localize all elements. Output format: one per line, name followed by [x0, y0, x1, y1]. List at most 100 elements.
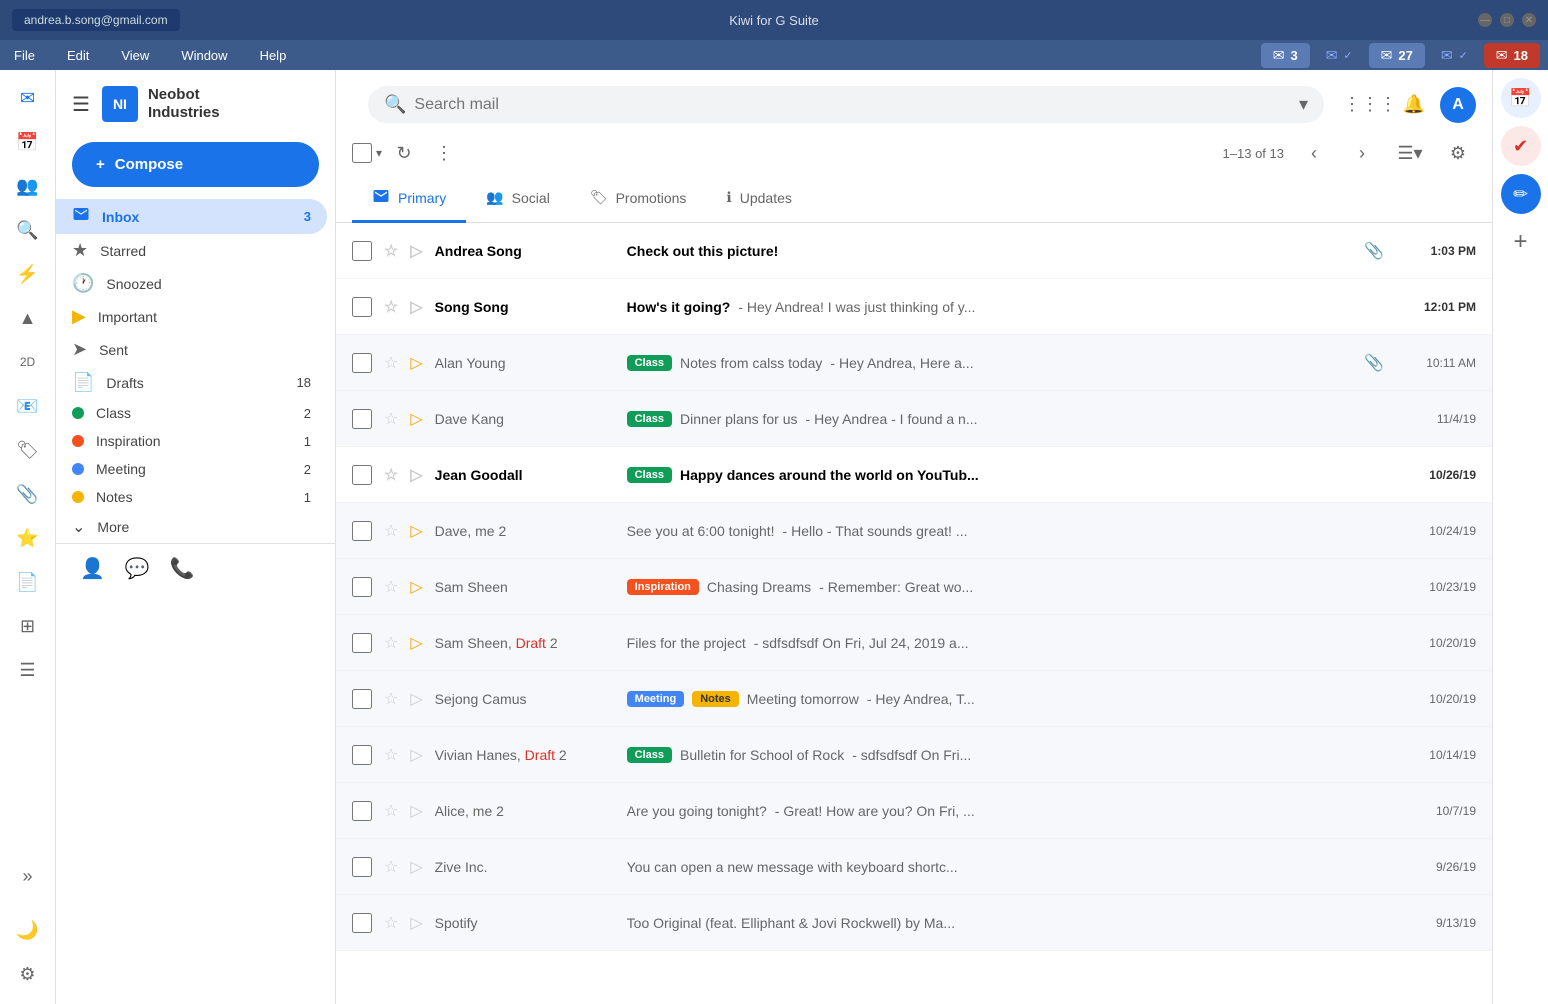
- star-icon[interactable]: ☆: [384, 409, 398, 429]
- email-row[interactable]: ☆ ▷ Sam Sheen, Draft 2 Files for the pro…: [336, 615, 1492, 671]
- email-row[interactable]: ☆ ▷ Zive Inc. You can open a new message…: [336, 839, 1492, 895]
- star-icon[interactable]: ☆: [384, 633, 398, 653]
- forward-icon[interactable]: ▷: [410, 577, 422, 597]
- forward-icon[interactable]: ▷: [410, 801, 422, 821]
- forward-icon[interactable]: ▷: [410, 913, 422, 933]
- rail-list-icon[interactable]: ☰: [8, 650, 48, 690]
- minimize-button[interactable]: —: [1478, 13, 1492, 27]
- sidebar-item-important[interactable]: ▶ Important: [56, 300, 327, 333]
- rail-arrow-icon[interactable]: ▲: [8, 298, 48, 338]
- forward-icon[interactable]: ▷: [410, 409, 422, 429]
- rail-settings-icon[interactable]: ⚙: [8, 954, 48, 994]
- email-checkbox[interactable]: [352, 521, 372, 541]
- compose-button[interactable]: + Compose: [72, 142, 319, 187]
- rail-moon-icon[interactable]: 🌙: [8, 910, 48, 950]
- view-options-button[interactable]: ☰▾: [1392, 135, 1428, 171]
- star-icon[interactable]: ☆: [384, 577, 398, 597]
- email-checkbox[interactable]: [352, 913, 372, 933]
- rail-filter-icon[interactable]: ⚡: [8, 254, 48, 294]
- forward-icon[interactable]: ▷: [410, 465, 422, 485]
- tab-promotions[interactable]: 🏷 Promotions: [570, 175, 707, 223]
- right-calendar-icon[interactable]: 📅: [1501, 78, 1541, 118]
- forward-icon[interactable]: ▷: [410, 689, 422, 709]
- forward-icon[interactable]: ▷: [410, 857, 422, 877]
- sidebar-item-drafts[interactable]: 📄 Drafts 18: [56, 366, 327, 399]
- phone-icon[interactable]: 📞: [170, 556, 195, 581]
- email-row[interactable]: ☆ ▷ Vivian Hanes, Draft 2 Class Bulletin…: [336, 727, 1492, 783]
- sidebar-item-meeting[interactable]: Meeting 2: [56, 455, 327, 483]
- sidebar-item-starred[interactable]: ★ Starred: [56, 234, 327, 267]
- rail-expand-icon[interactable]: »: [8, 856, 48, 896]
- maximize-button[interactable]: □: [1500, 13, 1514, 27]
- star-icon[interactable]: ☆: [384, 465, 398, 485]
- menu-help[interactable]: Help: [254, 46, 293, 65]
- user-avatar[interactable]: A: [1440, 87, 1476, 123]
- sidebar-item-sent[interactable]: ➤ Sent: [56, 333, 327, 366]
- add-contact-icon[interactable]: 👤: [80, 556, 105, 581]
- rail-table-icon[interactable]: ⊞: [8, 606, 48, 646]
- email-row[interactable]: ☆ ▷ Jean Goodall Class Happy dances arou…: [336, 447, 1492, 503]
- email-checkbox[interactable]: [352, 801, 372, 821]
- forward-icon[interactable]: ▷: [410, 241, 422, 261]
- badge-button-1[interactable]: ✉ 3: [1261, 43, 1310, 68]
- menu-window[interactable]: Window: [175, 46, 233, 65]
- star-icon[interactable]: ☆: [384, 745, 398, 765]
- star-icon[interactable]: ☆: [384, 689, 398, 709]
- rail-2d-icon[interactable]: 2D: [8, 342, 48, 382]
- right-add-icon[interactable]: +: [1501, 222, 1541, 262]
- email-checkbox[interactable]: [352, 857, 372, 877]
- star-icon[interactable]: ☆: [384, 857, 398, 877]
- email-row[interactable]: ☆ ▷ Song Song How's it going? - Hey Andr…: [336, 279, 1492, 335]
- right-tasks-icon[interactable]: ✔: [1501, 126, 1541, 166]
- email-row[interactable]: ☆ ▷ Alan Young Class Notes from calss to…: [336, 335, 1492, 391]
- email-checkbox[interactable]: [352, 745, 372, 765]
- email-row[interactable]: ☆ ▷ Sam Sheen Inspiration Chasing Dreams…: [336, 559, 1492, 615]
- refresh-button[interactable]: ↻: [386, 135, 422, 171]
- rail-mail-icon[interactable]: ✉: [8, 78, 48, 118]
- email-checkbox[interactable]: [352, 409, 372, 429]
- rail-tag-icon[interactable]: 🏷: [8, 430, 48, 470]
- sidebar-item-class[interactable]: Class 2: [56, 399, 327, 427]
- email-row[interactable]: ☆ ▷ Spotify Too Original (feat. Elliphan…: [336, 895, 1492, 951]
- search-dropdown-icon[interactable]: ▾: [1299, 94, 1308, 115]
- close-button[interactable]: ✕: [1522, 13, 1536, 27]
- rail-clip-icon[interactable]: 📎: [8, 474, 48, 514]
- badge-button-3[interactable]: ✉ 27: [1369, 43, 1425, 68]
- next-page-button[interactable]: ›: [1344, 135, 1380, 171]
- email-checkbox[interactable]: [352, 577, 372, 597]
- tab-primary[interactable]: Primary: [352, 175, 466, 223]
- forward-icon[interactable]: ▷: [410, 745, 422, 765]
- forward-icon[interactable]: ▷: [410, 297, 422, 317]
- badge-button-2[interactable]: ✉ ✓: [1314, 43, 1365, 68]
- chat-icon[interactable]: 💬: [125, 556, 150, 581]
- menu-view[interactable]: View: [115, 46, 155, 65]
- sidebar-item-inbox[interactable]: Inbox 3: [56, 199, 327, 234]
- menu-edit[interactable]: Edit: [61, 46, 95, 65]
- rail-calendar-icon[interactable]: 📅: [8, 122, 48, 162]
- badge-button-5[interactable]: ✉ 18: [1484, 43, 1540, 68]
- rail-star2-icon[interactable]: ⭐: [8, 518, 48, 558]
- tab-social[interactable]: 👥 Social: [466, 175, 570, 223]
- sidebar-item-inspiration[interactable]: Inspiration 1: [56, 427, 327, 455]
- badge-button-4[interactable]: ✉ ✓: [1429, 43, 1480, 68]
- right-blue-icon[interactable]: ✏: [1501, 174, 1541, 214]
- forward-icon[interactable]: ▷: [410, 521, 422, 541]
- forward-icon[interactable]: ▷: [410, 353, 422, 373]
- star-icon[interactable]: ☆: [384, 297, 398, 317]
- sidebar-item-notes[interactable]: Notes 1: [56, 483, 327, 511]
- rail-doc-icon[interactable]: 📄: [8, 562, 48, 602]
- rail-inbox2-icon[interactable]: 📧: [8, 386, 48, 426]
- email-checkbox[interactable]: [352, 241, 372, 261]
- email-checkbox[interactable]: [352, 353, 372, 373]
- star-icon[interactable]: ☆: [384, 913, 398, 933]
- star-icon[interactable]: ☆: [384, 353, 398, 373]
- search-input[interactable]: [414, 96, 1291, 114]
- notifications-icon[interactable]: 🔔: [1396, 87, 1432, 123]
- tab-updates[interactable]: ℹ Updates: [706, 175, 811, 223]
- email-row[interactable]: ☆ ▷ Dave, me 2 See you at 6:00 tonight! …: [336, 503, 1492, 559]
- star-icon[interactable]: ☆: [384, 241, 398, 261]
- sidebar-item-more[interactable]: ⌄ More: [56, 511, 327, 543]
- email-checkbox[interactable]: [352, 297, 372, 317]
- grid-apps-icon[interactable]: ⋮⋮⋮: [1352, 87, 1388, 123]
- rail-search-icon[interactable]: 🔍: [8, 210, 48, 250]
